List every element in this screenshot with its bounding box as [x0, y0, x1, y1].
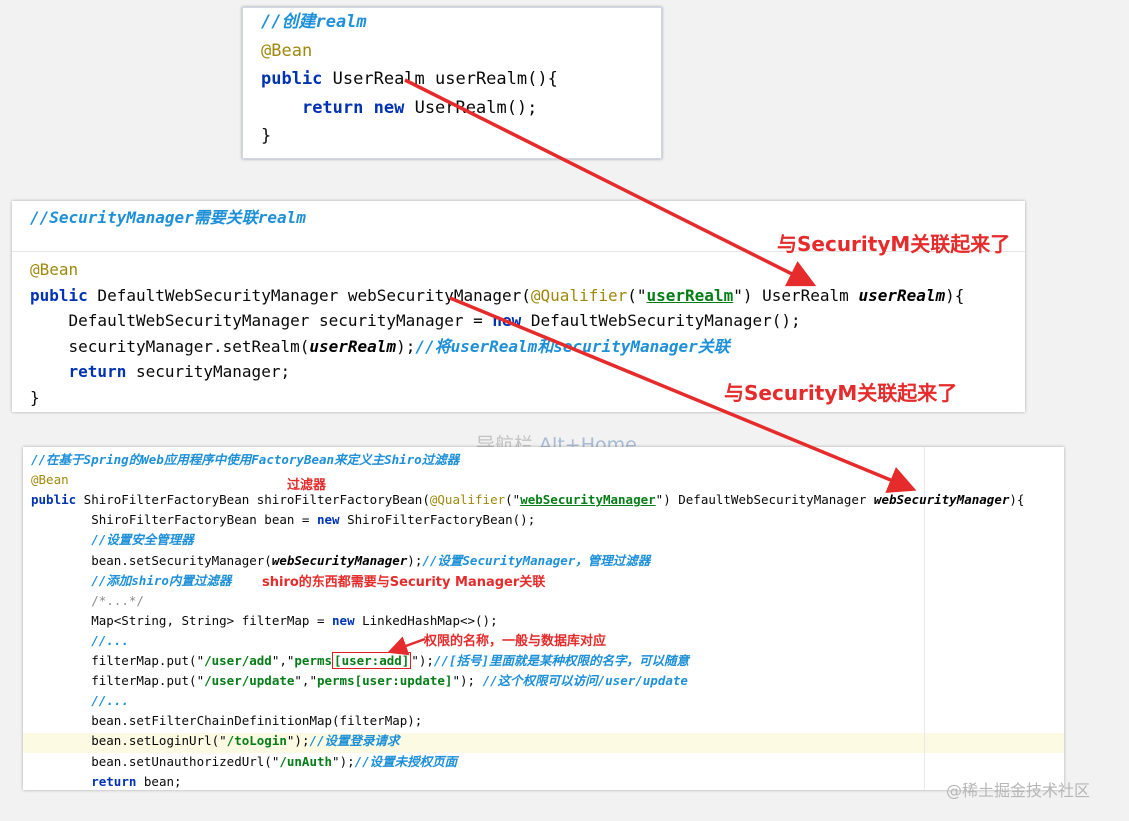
- annotation-link-1: 与SecurityM关联起来了: [777, 232, 1011, 256]
- annotation-arrows: [387, 78, 917, 656]
- annotation-link-2: 与SecurityM关联起来了: [724, 381, 958, 405]
- annotation-perm-note: 权限的名称，一般与数据库对应: [424, 634, 607, 649]
- arrow-userrealm-to-param: [404, 78, 817, 287]
- watermark: @稀土掘金技术社区: [946, 781, 1091, 800]
- arrow-to-perms-box: [387, 636, 426, 656]
- annotation-filter: 过滤器: [287, 478, 327, 493]
- annotation-shiro-note: shiro的东西都需要与Security Manager关联: [262, 575, 546, 590]
